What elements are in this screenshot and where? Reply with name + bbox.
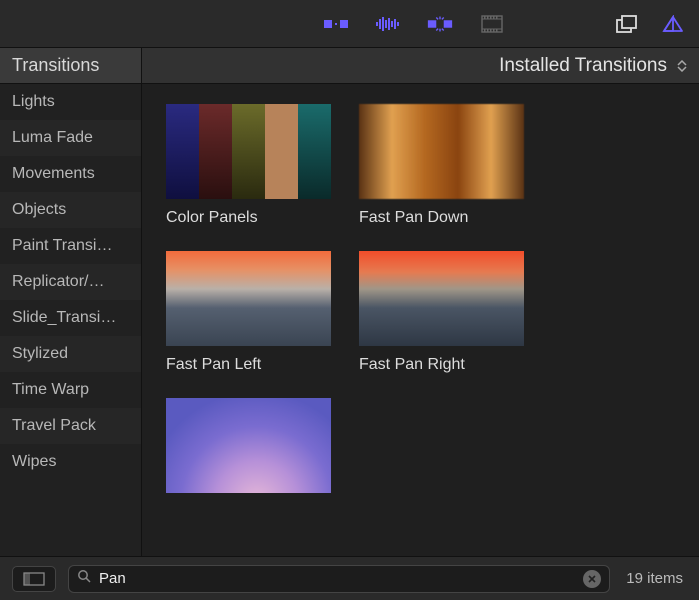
sidebar-item[interactable]: Time Warp [0,372,141,408]
transition-item[interactable] [166,398,331,503]
sidebar-item[interactable]: Objects [0,192,141,228]
browser-header: Transitions Installed Transitions [0,48,699,84]
share-icon[interactable] [659,13,687,35]
chevron-updown-icon [675,57,689,75]
transition-item[interactable]: Color Panels [166,104,331,227]
toolbar-center-group [322,13,506,35]
sidebar-item[interactable]: Luma Fade [0,120,141,156]
toolbar-right-group [613,13,687,35]
item-count-label: 19 items [622,570,687,587]
main-area: LightsLuma FadeMovementsObjectsPaint Tra… [0,84,699,556]
clear-search-button[interactable] [583,570,601,588]
transition-label: Fast Pan Right [359,356,524,374]
windows-icon[interactable] [613,13,641,35]
transition-thumbnail [359,104,524,199]
panel-title: Transitions [0,48,142,83]
library-dropdown[interactable]: Installed Transitions [142,55,699,77]
top-toolbar [0,0,699,48]
results-grid: Color Panels Fast Pan Down Fast Pan Left Fa… [142,84,699,556]
transition-thumbnail [359,251,524,346]
sidebar-item[interactable]: Replicator/… [0,264,141,300]
transition-item[interactable]: Fast Pan Down [359,104,524,227]
transition-label: Fast Pan Left [166,356,331,374]
display-mode-toggle[interactable] [12,566,56,592]
audio-meters-icon[interactable] [374,13,402,35]
transition-item[interactable]: Fast Pan Left [166,251,331,374]
sidebar-item[interactable]: Movements [0,156,141,192]
transition-thumbnail [166,398,331,493]
sidebar-item[interactable]: Stylized [0,336,141,372]
transition-thumbnail [166,104,331,199]
category-sidebar: LightsLuma FadeMovementsObjectsPaint Tra… [0,84,142,556]
transition-item[interactable]: Fast Pan Right [359,251,524,374]
transition-thumbnail [166,251,331,346]
transitions-browser-icon[interactable] [426,13,454,35]
transition-label: Fast Pan Down [359,209,524,227]
library-dropdown-label: Installed Transitions [499,55,667,77]
effects-browser-icon[interactable] [322,13,350,35]
filmstrip-icon[interactable] [478,13,506,35]
transition-label: Color Panels [166,209,331,227]
sidebar-item[interactable]: Paint Transi… [0,228,141,264]
footer-bar: 19 items [0,556,699,600]
sidebar-item[interactable]: Slide_Transi… [0,300,141,336]
sidebar-item[interactable]: Travel Pack [0,408,141,444]
search-field-wrapper [68,565,610,593]
sidebar-item[interactable]: Lights [0,84,141,120]
sidebar-item[interactable]: Wipes [0,444,141,480]
search-icon [77,569,91,588]
search-input[interactable] [99,570,575,587]
